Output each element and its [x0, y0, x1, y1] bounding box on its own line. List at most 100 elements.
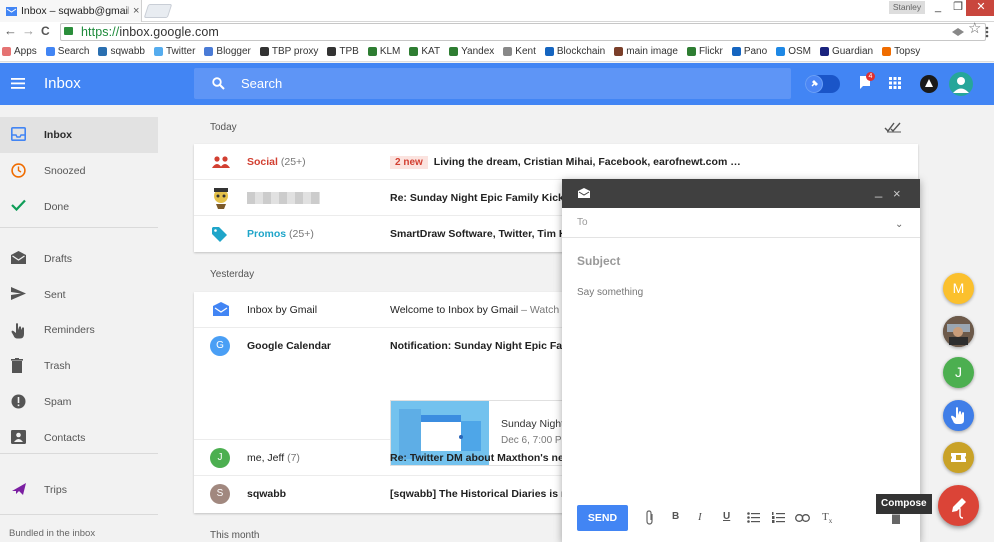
bookmark-item[interactable]: Twitter [153, 46, 196, 57]
bookmark-item[interactable]: TBP proxy [259, 46, 318, 57]
bookmark-label: OSM [788, 46, 811, 57]
forward-button[interactable]: → [22, 24, 35, 38]
hand-icon [11, 322, 26, 339]
bookmark-item[interactable]: Flickr [686, 46, 723, 57]
bulleted-list-icon[interactable] [747, 512, 760, 523]
redacted-sender [247, 192, 320, 204]
compose-window: _ × To ⌄ Subject Say something SEND B I … [562, 179, 920, 542]
app-header: Inbox Search [0, 63, 994, 105]
close-compose-button[interactable]: × [893, 186, 901, 201]
bookmark-item[interactable]: KAT [409, 46, 440, 57]
trip-fab[interactable] [943, 442, 974, 473]
underline-icon[interactable]: U [723, 511, 730, 522]
extension-icon[interactable] [951, 27, 965, 37]
pinned-toggle[interactable] [805, 75, 840, 93]
profile-name[interactable]: Stanley [889, 1, 925, 14]
bookmark-item[interactable]: OSM [776, 46, 811, 57]
contact-m-button[interactable]: M [943, 273, 974, 304]
italic-icon[interactable]: I [698, 511, 702, 523]
attach-icon[interactable] [645, 510, 655, 525]
sidebar-item-trash[interactable]: Trash [0, 348, 158, 384]
sidebar-item-inbox[interactable]: Inbox [0, 117, 158, 153]
page-title: Inbox [44, 75, 81, 92]
sidebar-item-snoozed[interactable]: Snoozed [0, 153, 158, 189]
back-button[interactable]: ← [4, 24, 17, 38]
clock-icon [11, 163, 26, 178]
send-button[interactable]: SEND [577, 505, 628, 531]
url-host: inbox.google.com [119, 25, 219, 39]
reminder-fab[interactable] [943, 400, 974, 431]
bookmark-item[interactable]: Kent [503, 46, 536, 57]
bookmark-item[interactable]: Apps [2, 46, 37, 57]
compose-tooltip: Compose [876, 494, 932, 514]
bookmark-label: Blockchain [556, 46, 606, 57]
bundled-in-inbox-link[interactable]: Bundled in the inbox [9, 528, 95, 539]
avatar[interactable] [949, 72, 973, 96]
sidebar-item-drafts[interactable]: Drafts [0, 241, 158, 277]
bookmark-item[interactable]: Yandex [449, 46, 494, 57]
sidebar-item-label: Inbox [44, 129, 72, 141]
subject-field[interactable]: Subject [577, 254, 620, 268]
clear-formatting-icon[interactable]: Tx [822, 511, 832, 525]
tab-close-icon[interactable]: × [133, 5, 139, 17]
close-window-button[interactable]: ✕ [966, 0, 994, 16]
google-account-icon[interactable] [920, 75, 938, 93]
minimize-compose-button[interactable]: _ [875, 183, 882, 198]
bookmark-item[interactable]: TPB [327, 46, 359, 57]
address-bar[interactable]: https://inbox.google.com [60, 23, 986, 41]
bookmark-star-icon[interactable]: ☆ [968, 21, 981, 36]
message-body-field[interactable]: Say something [577, 287, 643, 298]
bookmark-label: KLM [379, 46, 401, 57]
bookmark-favicon-icon [449, 47, 459, 56]
bundle-summary: SmartDraw Software, Twitter, Tim Hou [390, 228, 580, 240]
numbered-list-icon[interactable] [772, 512, 785, 523]
sidebar-item-reminders[interactable]: Reminders [0, 312, 158, 348]
minimize-window-button[interactable]: _ [928, 0, 948, 16]
bookmark-item[interactable]: Guardian [819, 46, 873, 57]
bookmark-item[interactable]: Pano [731, 46, 767, 57]
bookmark-label: TPB [339, 46, 359, 57]
sidebar-item-sent[interactable]: Sent [0, 277, 158, 313]
to-field[interactable]: To [577, 217, 588, 228]
browser-menu-icon[interactable] [985, 26, 989, 38]
bookmark-item[interactable]: main image [614, 46, 678, 57]
bookmark-favicon-icon [544, 47, 554, 56]
sidebar-item-contacts[interactable]: Contacts [0, 420, 158, 456]
sidebar-item-label: Sent [44, 289, 66, 301]
delete-draft-icon[interactable] [892, 513, 900, 524]
bookmark-item[interactable]: Blogger [204, 46, 251, 57]
sidebar-item-spam[interactable]: Spam [0, 384, 158, 420]
bookmark-item[interactable]: Topsy [882, 46, 920, 57]
drafts-icon [11, 251, 26, 264]
bundle-name: Social (25+) [247, 156, 306, 168]
contacts-icon [11, 430, 26, 444]
sweep-done-icon[interactable] [884, 121, 902, 133]
sidebar-item-trips[interactable]: Trips [0, 472, 158, 508]
new-tab-button[interactable] [143, 4, 173, 18]
bookmark-label: Flickr [698, 46, 723, 57]
bookmark-item[interactable]: KLM [367, 46, 401, 57]
chevron-down-icon[interactable]: ⌄ [895, 219, 903, 230]
bookmark-label: Twitter [165, 46, 196, 57]
contact-j-button[interactable]: J [943, 357, 974, 388]
link-icon[interactable] [795, 514, 810, 522]
inbox-favicon-icon [6, 6, 17, 16]
bookmark-item[interactable]: sqwabb [98, 46, 145, 57]
bookmark-item[interactable]: Search [45, 46, 89, 57]
bold-icon[interactable]: B [672, 511, 679, 522]
sender-avatar: G [210, 336, 230, 356]
email-sender: Inbox by Gmail [247, 304, 318, 316]
compose-button[interactable] [938, 485, 979, 526]
browser-tab[interactable]: Inbox – sqwabb@gmail.co × [0, 0, 142, 22]
menu-icon[interactable] [11, 78, 25, 89]
contact-photo-button[interactable] [943, 316, 974, 347]
search-input[interactable]: Search [194, 68, 791, 99]
maximize-window-button[interactable]: ❐ [948, 0, 968, 16]
hand-icon [951, 407, 964, 424]
search-icon [212, 77, 225, 90]
apps-grid-icon[interactable] [889, 77, 901, 89]
sidebar-item-done[interactable]: Done [0, 189, 158, 225]
bundle-social-row[interactable]: Social (25+) 2 new Living the dream, Cris… [194, 144, 918, 180]
bookmark-item[interactable]: Blockchain [544, 46, 606, 57]
reload-button[interactable]: C [41, 24, 50, 38]
